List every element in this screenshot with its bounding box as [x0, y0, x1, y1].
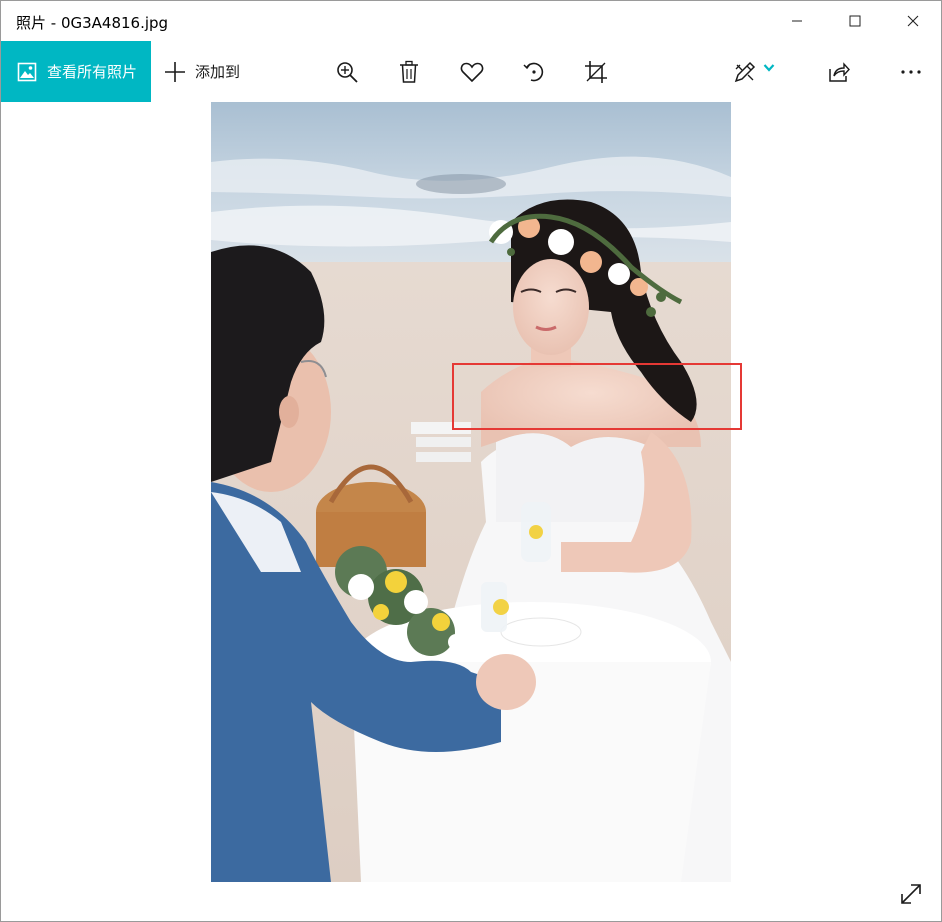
delete-icon	[400, 60, 418, 83]
favorite-button[interactable]	[457, 57, 487, 87]
add-to-label: 添加到	[195, 63, 241, 81]
maximize-icon	[849, 15, 861, 27]
toolbar: 查看所有照片 添加到	[1, 41, 941, 102]
edit-create-button[interactable]	[729, 57, 779, 87]
add-to-button[interactable]: 添加到	[164, 41, 240, 102]
maximize-button[interactable]	[826, 1, 884, 41]
title-bar[interactable]: 照片 - 0G3A4816.jpg	[1, 1, 941, 41]
photo-image	[211, 102, 731, 882]
minimize-icon	[792, 20, 802, 22]
share-icon	[829, 62, 850, 82]
crop-button[interactable]	[581, 57, 611, 87]
selection-highlight-box	[452, 363, 742, 430]
close-button[interactable]	[884, 1, 941, 41]
zoom-in-icon	[337, 62, 358, 83]
fullscreen-button[interactable]	[896, 879, 926, 909]
chevron-down-icon	[763, 64, 775, 72]
crop-icon	[585, 61, 607, 83]
photos-app-window: 照片 - 0G3A4816.jpg 查看所有照片 添加到	[0, 0, 942, 922]
view-all-photos-button[interactable]: 查看所有照片	[1, 41, 151, 102]
plus-icon	[165, 61, 185, 82]
rotate-icon	[523, 62, 544, 82]
more-options-button[interactable]	[896, 57, 926, 87]
expand-icon	[901, 884, 921, 904]
photo-gallery-icon	[17, 62, 37, 82]
window-title: 照片 - 0G3A4816.jpg	[16, 14, 169, 32]
minimize-button[interactable]	[768, 1, 826, 41]
delete-button[interactable]	[394, 57, 424, 87]
photo-viewer-area[interactable]	[1, 102, 941, 921]
more-icon	[901, 70, 921, 74]
view-all-photos-label: 查看所有照片	[47, 63, 138, 81]
favorite-icon	[460, 62, 484, 83]
wedding-photo[interactable]	[211, 102, 731, 882]
close-icon	[907, 15, 919, 27]
rotate-button[interactable]	[519, 57, 549, 87]
share-button[interactable]	[824, 57, 854, 87]
zoom-button[interactable]	[332, 57, 362, 87]
edit-draw-icon	[734, 61, 756, 83]
